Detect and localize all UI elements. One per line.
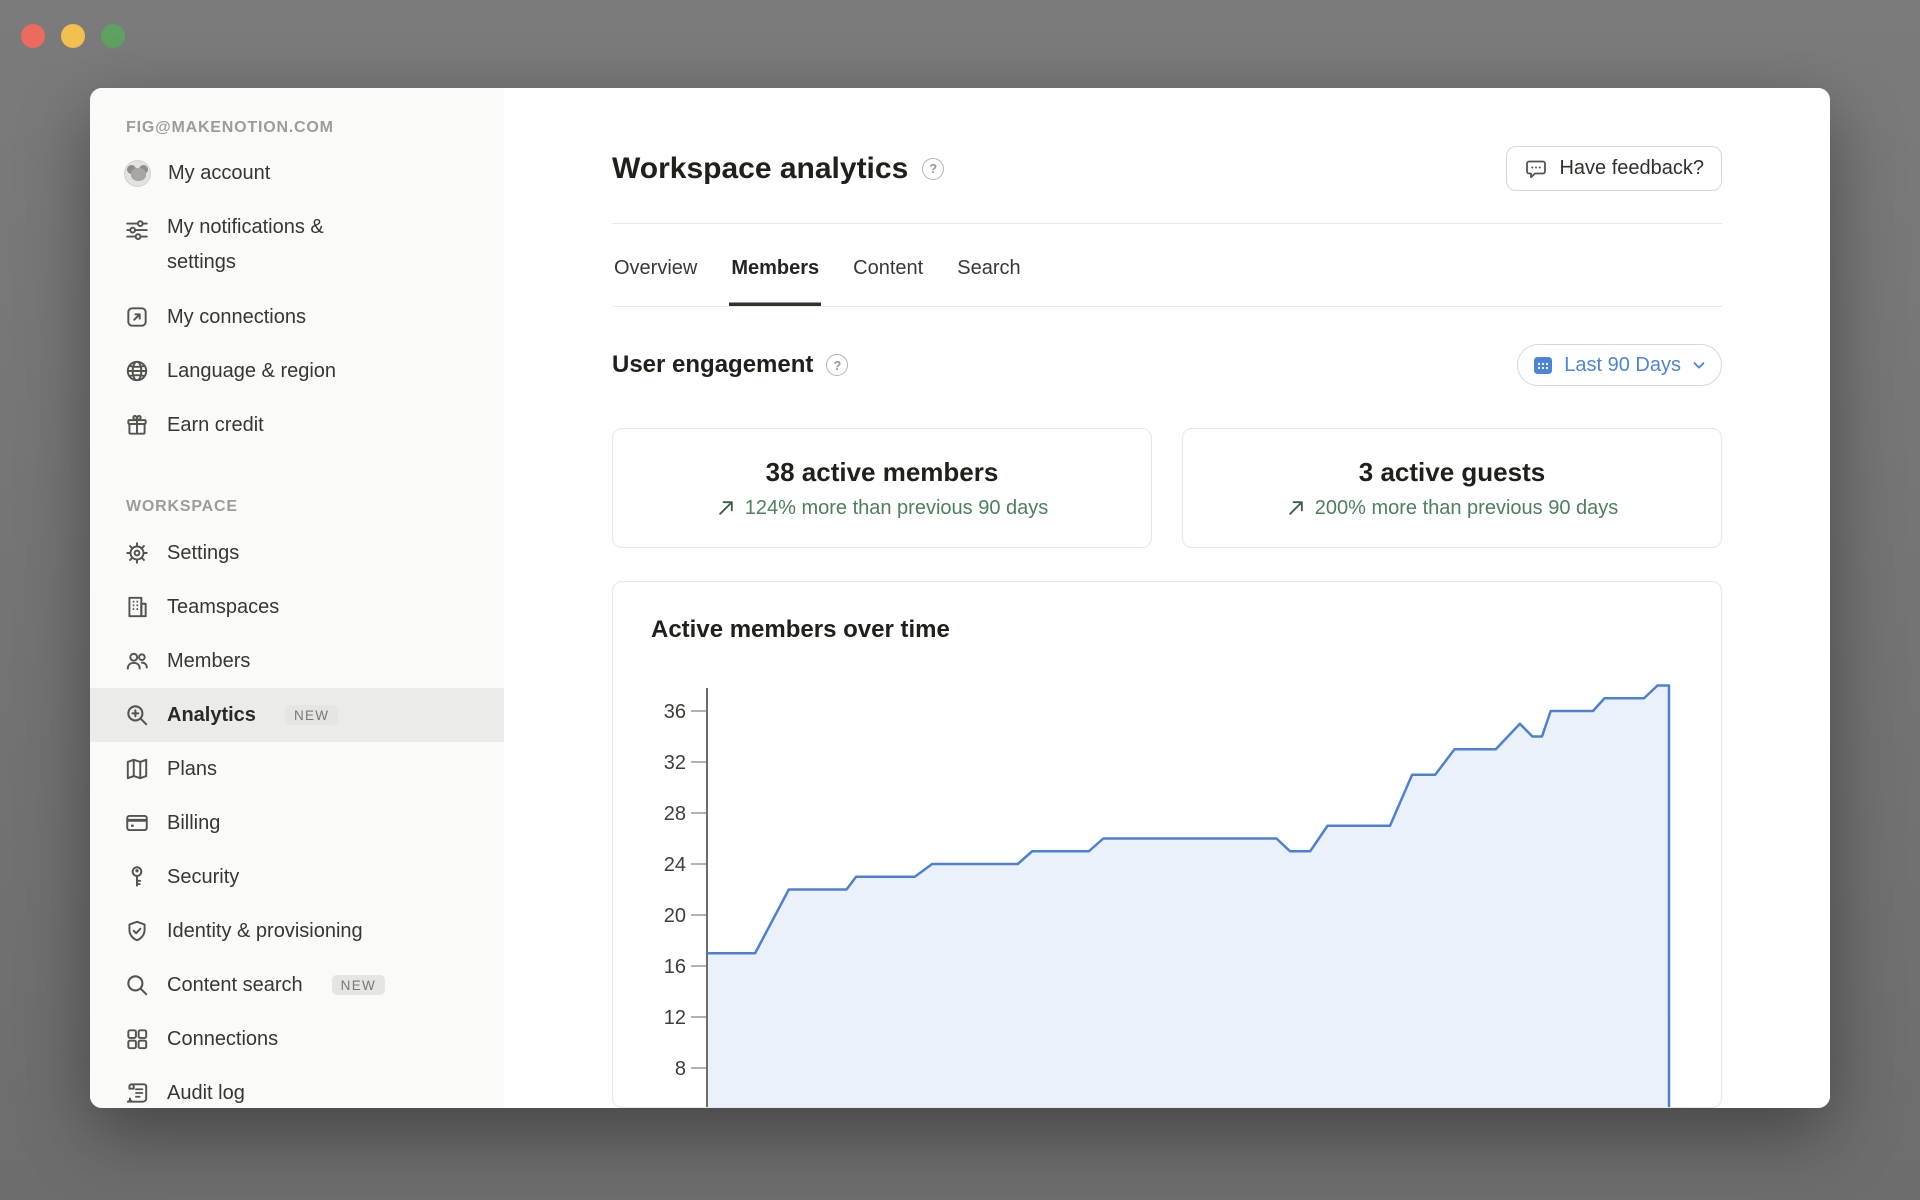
sidebar-item-label: Teamspaces <box>167 596 279 619</box>
svg-text:32: 32 <box>664 752 686 774</box>
active-members-chart-card: Active members over time 363228242016128 <box>612 581 1722 1108</box>
workspace-section-label: WORKSPACE <box>90 492 504 522</box>
stat-value: 38 active members <box>766 457 999 488</box>
sidebar-item-analytics[interactable]: Analytics NEW <box>90 688 504 742</box>
arrow-up-right-box-icon <box>124 304 150 330</box>
minimize-window-button[interactable] <box>61 24 85 48</box>
sidebar-item-language-region[interactable]: Language & region <box>90 344 504 398</box>
svg-text:8: 8 <box>675 1058 686 1080</box>
analytics-content: Workspace analytics ? Have feedback? Ove… <box>504 88 1830 1108</box>
stat-delta-text: 124% more than previous 90 days <box>745 497 1049 520</box>
active-guests-stat-card: 3 active guests 200% more than previous … <box>1182 428 1722 548</box>
scroll-icon <box>124 1080 150 1106</box>
sidebar-item-label: Language & region <box>167 360 336 383</box>
sidebar-item-label: My connections <box>167 306 306 329</box>
map-icon <box>124 756 150 782</box>
new-badge: NEW <box>332 975 385 996</box>
sidebar-item-my-connections[interactable]: My connections <box>90 290 504 344</box>
desktop: { "window": { "traffic_lights": { "close… <box>0 0 1920 1200</box>
sidebar-item-label: Connections <box>167 1028 278 1051</box>
magnifier-icon <box>124 972 150 998</box>
analytics-tabs: Overview Members Content Search <box>612 224 1722 307</box>
sidebar-item-my-account[interactable]: My account <box>90 146 504 200</box>
sidebar-item-label: Plans <box>167 758 217 781</box>
tab-search[interactable]: Search <box>955 249 1022 306</box>
new-badge: NEW <box>285 705 338 726</box>
sidebar-item-label: Content search <box>167 974 303 997</box>
sidebar-item-label: Analytics <box>167 704 256 727</box>
sidebar-item-earn-credit[interactable]: Earn credit <box>90 398 504 452</box>
sidebar-item-label: Earn credit <box>167 414 264 437</box>
sidebar-item-content-search[interactable]: Content search NEW <box>90 958 504 1012</box>
svg-text:16: 16 <box>664 956 686 978</box>
calendar-icon <box>1531 353 1555 377</box>
help-icon[interactable]: ? <box>826 354 848 376</box>
sidebar-item-label: Security <box>167 866 239 889</box>
building-icon <box>124 594 150 620</box>
tab-content[interactable]: Content <box>851 249 925 306</box>
sidebar-item-label: Audit log <box>167 1082 245 1105</box>
feedback-button-label: Have feedback? <box>1559 157 1704 180</box>
user-engagement-heading: User engagement <box>612 351 813 379</box>
sidebar-item-audit-log[interactable]: Audit log <box>90 1066 504 1108</box>
sidebar-item-plans[interactable]: Plans <box>90 742 504 796</box>
sidebar-item-label: Identity & provisioning <box>167 920 363 943</box>
zoom-window-button[interactable] <box>101 24 125 48</box>
key-icon <box>124 864 150 890</box>
sidebar-item-members[interactable]: Members <box>90 634 504 688</box>
active-members-area-chart[interactable]: 36 32 28 24 20 16 12 8 <box>613 582 1722 1108</box>
sidebar-item-label: Members <box>167 650 250 673</box>
date-range-label: Last 90 Days <box>1564 354 1681 377</box>
sidebar-item-label: Billing <box>167 812 220 835</box>
sidebar-item-label: My account <box>168 162 270 185</box>
people-icon <box>124 648 150 674</box>
window-controls <box>21 24 125 48</box>
sliders-icon <box>124 216 150 242</box>
active-members-stat-card: 38 active members 124% more than previou… <box>612 428 1152 548</box>
magnifier-plus-icon <box>124 702 150 728</box>
settings-sidebar: FIG@MAKENOTION.COM My account My notific… <box>90 88 504 1108</box>
svg-text:12: 12 <box>664 1007 686 1029</box>
sidebar-item-billing[interactable]: Billing <box>90 796 504 850</box>
gift-icon <box>124 412 150 438</box>
stat-delta-text: 200% more than previous 90 days <box>1315 497 1619 520</box>
sidebar-item-my-notifications-settings[interactable]: My notifications & settings <box>90 200 504 290</box>
close-window-button[interactable] <box>21 24 45 48</box>
sidebar-item-settings[interactable]: Settings <box>90 526 504 580</box>
svg-text:20: 20 <box>664 905 686 927</box>
svg-text:28: 28 <box>664 803 686 825</box>
sidebar-item-security[interactable]: Security <box>90 850 504 904</box>
svg-text:24: 24 <box>664 854 686 876</box>
shield-check-icon <box>124 918 150 944</box>
speech-bubble-icon <box>1524 157 1548 181</box>
globe-icon <box>124 358 150 384</box>
grid-icon <box>124 1026 150 1052</box>
account-email-label: FIG@MAKENOTION.COM <box>90 114 504 142</box>
user-avatar <box>124 160 151 187</box>
trend-up-icon <box>716 498 736 518</box>
tab-overview[interactable]: Overview <box>612 249 699 306</box>
sidebar-item-teamspaces[interactable]: Teamspaces <box>90 580 504 634</box>
have-feedback-button[interactable]: Have feedback? <box>1506 146 1722 191</box>
tab-members[interactable]: Members <box>729 249 821 306</box>
sidebar-item-identity-provisioning[interactable]: Identity & provisioning <box>90 904 504 958</box>
credit-card-icon <box>124 810 150 836</box>
sidebar-item-connections[interactable]: Connections <box>90 1012 504 1066</box>
date-range-dropdown[interactable]: Last 90 Days <box>1517 344 1722 386</box>
settings-dialog: FIG@MAKENOTION.COM My account My notific… <box>90 88 1830 1108</box>
svg-text:36: 36 <box>664 701 686 723</box>
sidebar-item-label: Settings <box>167 542 239 565</box>
page-title: Workspace analytics <box>612 152 908 186</box>
gear-icon <box>124 540 150 566</box>
help-icon[interactable]: ? <box>922 158 944 180</box>
sidebar-item-label: My notifications & settings <box>167 210 367 280</box>
trend-up-icon <box>1286 498 1306 518</box>
chevron-down-icon <box>1690 356 1708 374</box>
stat-value: 3 active guests <box>1359 457 1545 488</box>
